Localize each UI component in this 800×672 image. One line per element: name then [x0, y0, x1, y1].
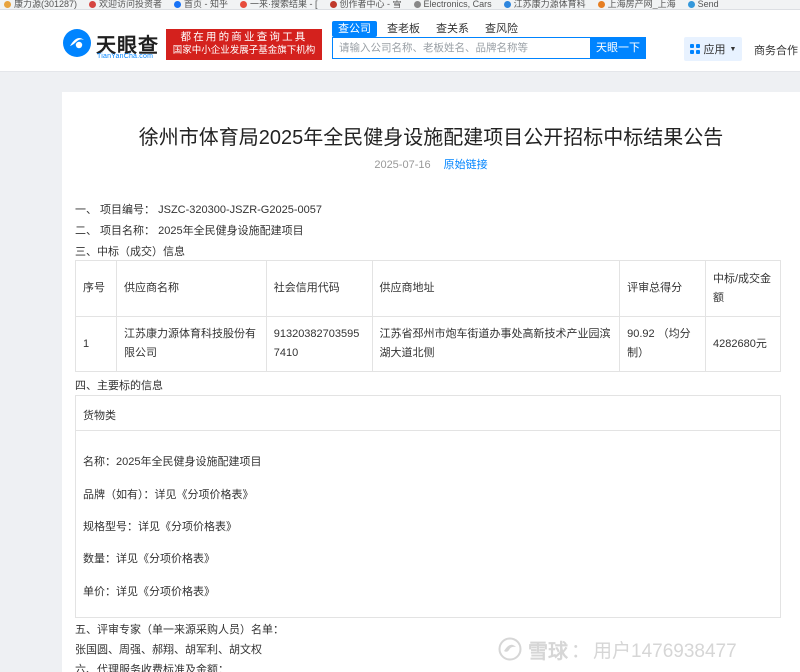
- bookmark-item[interactable]: Electronics, Cars: [410, 0, 500, 9]
- tab-boss[interactable]: 查老板: [381, 21, 426, 37]
- table-row: 1 江苏康力源体育科技股份有限公司 913203827035957410 江苏省…: [75, 316, 781, 372]
- bookmark-icon: [240, 0, 248, 8]
- caret-down-icon: ▼: [729, 45, 737, 53]
- page-title: 徐州市体育局2025年全民健身设施配建项目公开招标中标结果公告: [138, 127, 724, 149]
- cell-supplier-address: 江苏省邳州市炮车街道办事处高新技术产业园滨湖大道北侧: [371, 316, 621, 372]
- bookmark-icon: [687, 0, 695, 8]
- section-main-items: 四、主要标的信息: [75, 380, 163, 392]
- column-header: 供应商名称: [115, 260, 267, 317]
- watermark-brand: 雪球: [528, 640, 568, 663]
- table-header-row: 序号 供应商名称 社会信用代码 供应商地址 评审总得分 中标/成交金额: [75, 260, 781, 317]
- logo-domain: TianYanCha.com: [97, 53, 154, 60]
- goods-name: 名称：2025年全民健身设施配建项目: [83, 456, 262, 468]
- apps-label: 应用: [703, 44, 726, 56]
- bookmark-icon: [4, 0, 11, 8]
- cell-credit-code: 913203827035957410: [265, 316, 373, 372]
- section-award-info: 三、中标（成交）信息: [75, 246, 185, 258]
- watermark-user: 用户1476938477: [593, 640, 737, 662]
- cell-amount: 4282680元: [705, 316, 781, 372]
- section-project-name: 二、 项目名称： 2025年全民健身设施配建项目: [75, 225, 304, 237]
- tianyancha-logo[interactable]: 天眼查 TianYanCha.com: [62, 28, 162, 62]
- xueqiu-watermark: 雪球 ： 用户1476938477: [498, 636, 737, 663]
- bookmark-item[interactable]: 欢迎访问投资者: [85, 0, 170, 9]
- watermark-colon: ：: [571, 640, 591, 662]
- publish-date: 2025-07-16: [374, 159, 431, 171]
- tab-company[interactable]: 查公司: [332, 21, 377, 37]
- bookmark-item[interactable]: 一来·搜索结果 - [: [236, 0, 326, 9]
- bookmark-item[interactable]: 康力源(301287): [0, 0, 85, 9]
- bookmark-item[interactable]: 创作者中心 - 雪: [326, 0, 410, 9]
- column-header: 中标/成交金额: [705, 260, 781, 317]
- grid-icon: [689, 44, 700, 54]
- bookmark-icon: [89, 0, 97, 8]
- bookmarks-bar: 康力源(301287) 欢迎访问投资者 首页 - 知乎 一来·搜索结果 - [ …: [0, 0, 800, 10]
- bookmark-item[interactable]: 首页 - 知乎: [170, 0, 236, 9]
- goods-category: 货物类: [76, 396, 780, 431]
- site-header: 天眼查 TianYanCha.com 都在用的商业查询工具 国家中小企业发展子基…: [0, 10, 800, 72]
- column-header: 序号: [75, 260, 117, 317]
- zhihu-icon: [174, 0, 182, 8]
- section-project-number: 一、 项目编号： JSZC-320300-JSZR-G2025-0057: [75, 204, 322, 216]
- source-link[interactable]: 原始链接: [444, 159, 488, 171]
- bookmark-icon: [597, 0, 605, 8]
- cell-score: 90.92 （均分制）: [619, 316, 706, 372]
- bookmark-item[interactable]: Send: [684, 0, 727, 9]
- search-tabs: 查公司 查老板 查关系 查风险: [332, 21, 528, 37]
- tianyancha-logo-icon: [63, 29, 91, 57]
- tab-relation[interactable]: 查关系: [430, 21, 475, 37]
- goods-spec: 规格型号：详见《分项价格表》: [83, 521, 237, 533]
- bookmark-item[interactable]: 江苏康力源体育科: [500, 0, 594, 9]
- xueqiu-icon: [329, 0, 337, 8]
- tab-risk[interactable]: 查风险: [479, 21, 524, 37]
- xueqiu-logo-icon: [498, 637, 522, 661]
- experts-list: 张国圆、周强、郝翔、胡军利、胡文权: [75, 644, 262, 656]
- section-agency-fee: 六、代理服务收费标准及金额：: [75, 664, 229, 672]
- section-experts: 五、评审专家（单一来源采购人员）名单：: [75, 624, 284, 636]
- slogan-line-2: 国家中小企业发展子基金旗下机构: [172, 45, 316, 56]
- search-box: 天眼一下: [332, 37, 646, 59]
- award-table: 序号 供应商名称 社会信用代码 供应商地址 评审总得分 中标/成交金额 1 江苏…: [75, 260, 781, 372]
- slogan-banner: 都在用的商业查询工具 国家中小企业发展子基金旗下机构: [166, 29, 322, 60]
- search-input[interactable]: [333, 38, 590, 58]
- search-button[interactable]: 天眼一下: [590, 37, 646, 59]
- bookmark-icon: [413, 0, 421, 8]
- goods-brand: 品牌（如有）：详见《分项价格表》: [83, 489, 254, 501]
- cell-supplier-name: 江苏康力源体育科技股份有限公司: [115, 316, 267, 372]
- bookmark-item[interactable]: 上海房产网_上海: [594, 0, 684, 9]
- column-header: 社会信用代码: [265, 260, 373, 317]
- goods-quantity: 数量：详见《分项价格表》: [83, 553, 215, 565]
- bookmark-icon: [503, 0, 511, 8]
- slogan-line-1: 都在用的商业查询工具: [180, 31, 308, 43]
- business-link[interactable]: 商务合作: [754, 42, 798, 58]
- column-header: 评审总得分: [619, 260, 706, 317]
- cell-index: 1: [75, 316, 117, 372]
- column-header: 供应商地址: [371, 260, 621, 317]
- goods-info-box: 货物类 名称：2025年全民健身设施配建项目 品牌（如有）：详见《分项价格表》 …: [75, 395, 781, 618]
- apps-button[interactable]: 应用 ▼: [684, 37, 742, 61]
- goods-unit-price: 单价：详见《分项价格表》: [83, 586, 215, 598]
- article-meta: 2025-07-16 原始链接: [62, 156, 800, 172]
